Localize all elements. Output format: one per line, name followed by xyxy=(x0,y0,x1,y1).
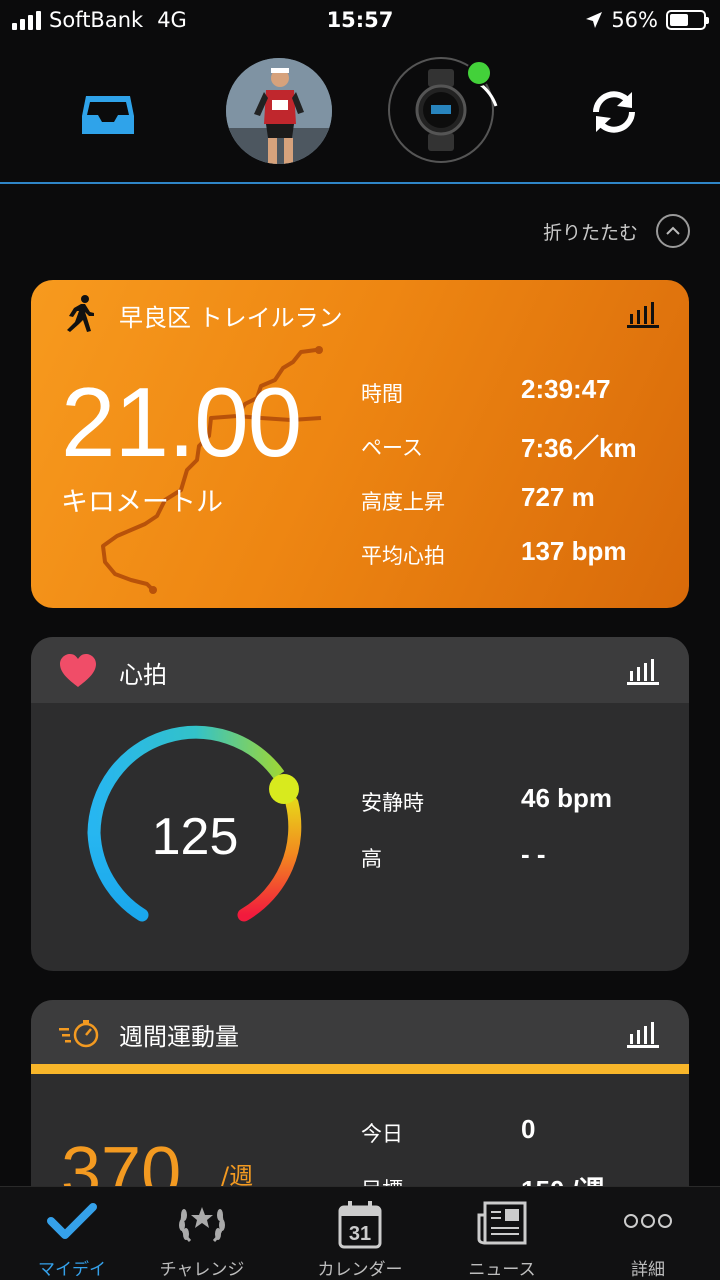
tab-challenges[interactable]: チャレンジ xyxy=(130,1187,274,1280)
avatar[interactable] xyxy=(226,58,332,164)
activity-card[interactable]: 早良区 トレイルラン 21.00 キロメートル 時間 2:39:47 ペース 7… xyxy=(31,280,689,608)
stat-row-time: 時間 2:39:47 xyxy=(361,374,671,428)
heart-rate-title: 心拍 xyxy=(119,661,167,689)
weekly-progress-bar xyxy=(31,1064,689,1074)
tab-news[interactable]: ニュース xyxy=(430,1187,574,1280)
device-connected-indicator xyxy=(466,60,492,86)
runner-icon xyxy=(67,295,94,332)
calendar-icon: 31 xyxy=(338,1201,382,1249)
heart-rate-value: 125 xyxy=(151,808,239,866)
collapse-label: 折りたたむ xyxy=(542,221,638,244)
top-nav xyxy=(0,40,720,184)
tab-label: カレンダー xyxy=(317,1260,403,1280)
activity-header: 早良区 トレイルラン xyxy=(31,280,689,346)
location-arrow-icon xyxy=(586,12,603,28)
tab-label: 詳細 xyxy=(631,1260,665,1280)
activity-stats: 時間 2:39:47 ペース 7:36／km 高度上昇 727 m 平均心拍 1… xyxy=(361,374,671,590)
battery-fill xyxy=(670,14,688,26)
stat-row-elevation: 高度上昇 727 m xyxy=(361,482,671,536)
heart-icon xyxy=(60,654,96,687)
stopwatch-icon xyxy=(59,1020,99,1048)
stat-value: 727 m xyxy=(521,482,595,512)
stat-label: 高 xyxy=(361,847,382,871)
tab-more[interactable]: 詳細 xyxy=(576,1187,720,1280)
tab-label: チャレンジ xyxy=(159,1260,245,1280)
stat-label: 安静時 xyxy=(361,791,424,815)
stat-row-today: 今日 0 xyxy=(361,1114,671,1170)
stat-label: 時間 xyxy=(361,382,403,406)
distance-unit: キロメートル xyxy=(61,487,223,518)
collapse-row[interactable]: 折りたたむ xyxy=(543,214,690,248)
stat-value: 2:39:47 xyxy=(521,374,611,404)
bar-chart-icon[interactable] xyxy=(627,300,659,328)
stat-row-pace: ペース 7:36／km xyxy=(361,428,671,482)
status-right: 56% xyxy=(585,8,709,32)
heart-rate-header: 心拍 xyxy=(31,637,689,703)
chevron-up-icon[interactable] xyxy=(656,214,690,248)
stat-label: ペース xyxy=(361,436,423,460)
weekly-title: 週間運動量 xyxy=(119,1023,239,1051)
stat-value: 0 xyxy=(521,1114,536,1144)
stat-value: 7:36／km xyxy=(521,433,637,463)
heart-rate-stats: 安静時 46 bpm 高 - - xyxy=(361,783,671,895)
tab-label: ニュース xyxy=(468,1260,536,1280)
battery-percent: 56% xyxy=(611,8,658,32)
stat-value: 137 bpm xyxy=(521,536,627,566)
stat-value: 46 bpm xyxy=(521,783,613,813)
weekly-header: 週間運動量 xyxy=(31,1000,689,1064)
newspaper-icon xyxy=(477,1201,527,1245)
tab-bar: マイデイ チャレンジ 31 カレンダー ニュース 詳細 xyxy=(0,1186,720,1280)
heart-rate-card[interactable]: 心拍 125 安静時 46 bpm 高 - - xyxy=(31,637,689,971)
checkmark-icon xyxy=(47,1203,97,1239)
battery-icon xyxy=(666,10,709,30)
stat-row-resting: 安静時 46 bpm xyxy=(361,783,671,839)
stat-row-avg-hr: 平均心拍 137 bpm xyxy=(361,536,671,590)
activity-title: 早良区 トレイルラン xyxy=(119,304,343,332)
bar-chart-icon[interactable] xyxy=(627,657,659,685)
stat-label: 今日 xyxy=(361,1122,403,1146)
tab-calendar[interactable]: 31 カレンダー xyxy=(288,1187,432,1280)
bar-chart-icon[interactable] xyxy=(627,1020,659,1048)
tab-my-day[interactable]: マイデイ xyxy=(0,1187,144,1280)
status-bar: SoftBank 4G 15:57 56% xyxy=(0,0,720,40)
laurel-icon xyxy=(179,1207,225,1243)
runner-photo xyxy=(226,58,332,164)
stat-label: 高度上昇 xyxy=(361,490,445,514)
stat-value: - - xyxy=(521,839,546,869)
calendar-day: 31 xyxy=(349,1223,371,1245)
tab-label: マイデイ xyxy=(38,1260,106,1280)
stat-row-high: 高 - - xyxy=(361,839,671,895)
sync-icon[interactable] xyxy=(584,82,644,142)
more-icon xyxy=(624,1214,672,1228)
inbox-icon[interactable] xyxy=(78,82,138,142)
distance-value: 21.00 xyxy=(61,367,302,477)
stat-label: 平均心拍 xyxy=(361,544,445,568)
